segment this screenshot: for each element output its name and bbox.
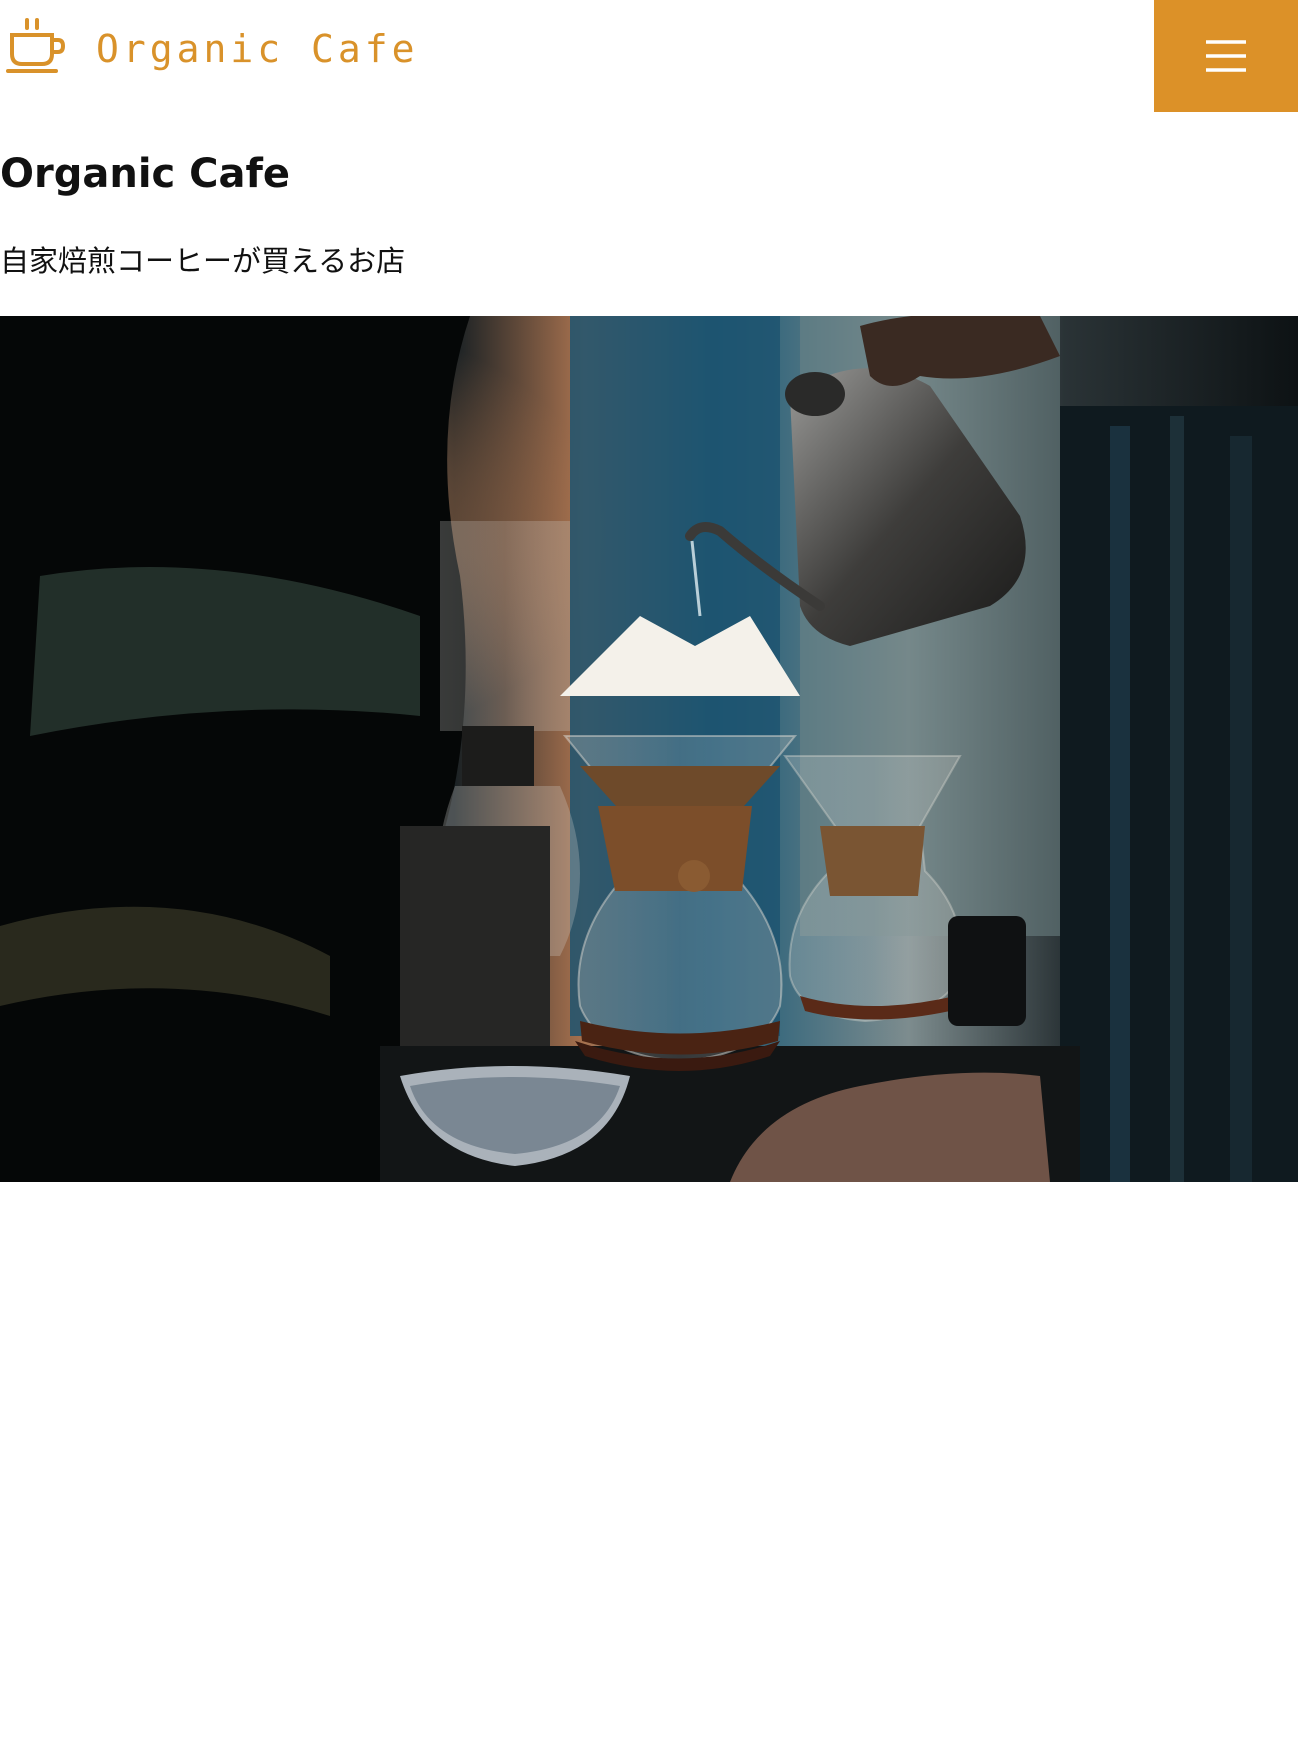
hamburger-menu-icon: [1206, 40, 1246, 72]
logo-text: Organic Cafe: [96, 27, 419, 71]
site-logo[interactable]: Organic Cafe: [6, 18, 419, 74]
page-title: Organic Cafe: [0, 151, 291, 197]
coffee-cup-icon: [6, 18, 66, 73]
hero-image: [0, 316, 1298, 1182]
menu-button[interactable]: [1154, 0, 1298, 112]
tagline: 自家焙煎コーヒーが買えるお店: [0, 244, 406, 278]
coffee-brewing-photo: [0, 316, 1298, 1182]
site-header: Organic Cafe: [0, 0, 1298, 112]
